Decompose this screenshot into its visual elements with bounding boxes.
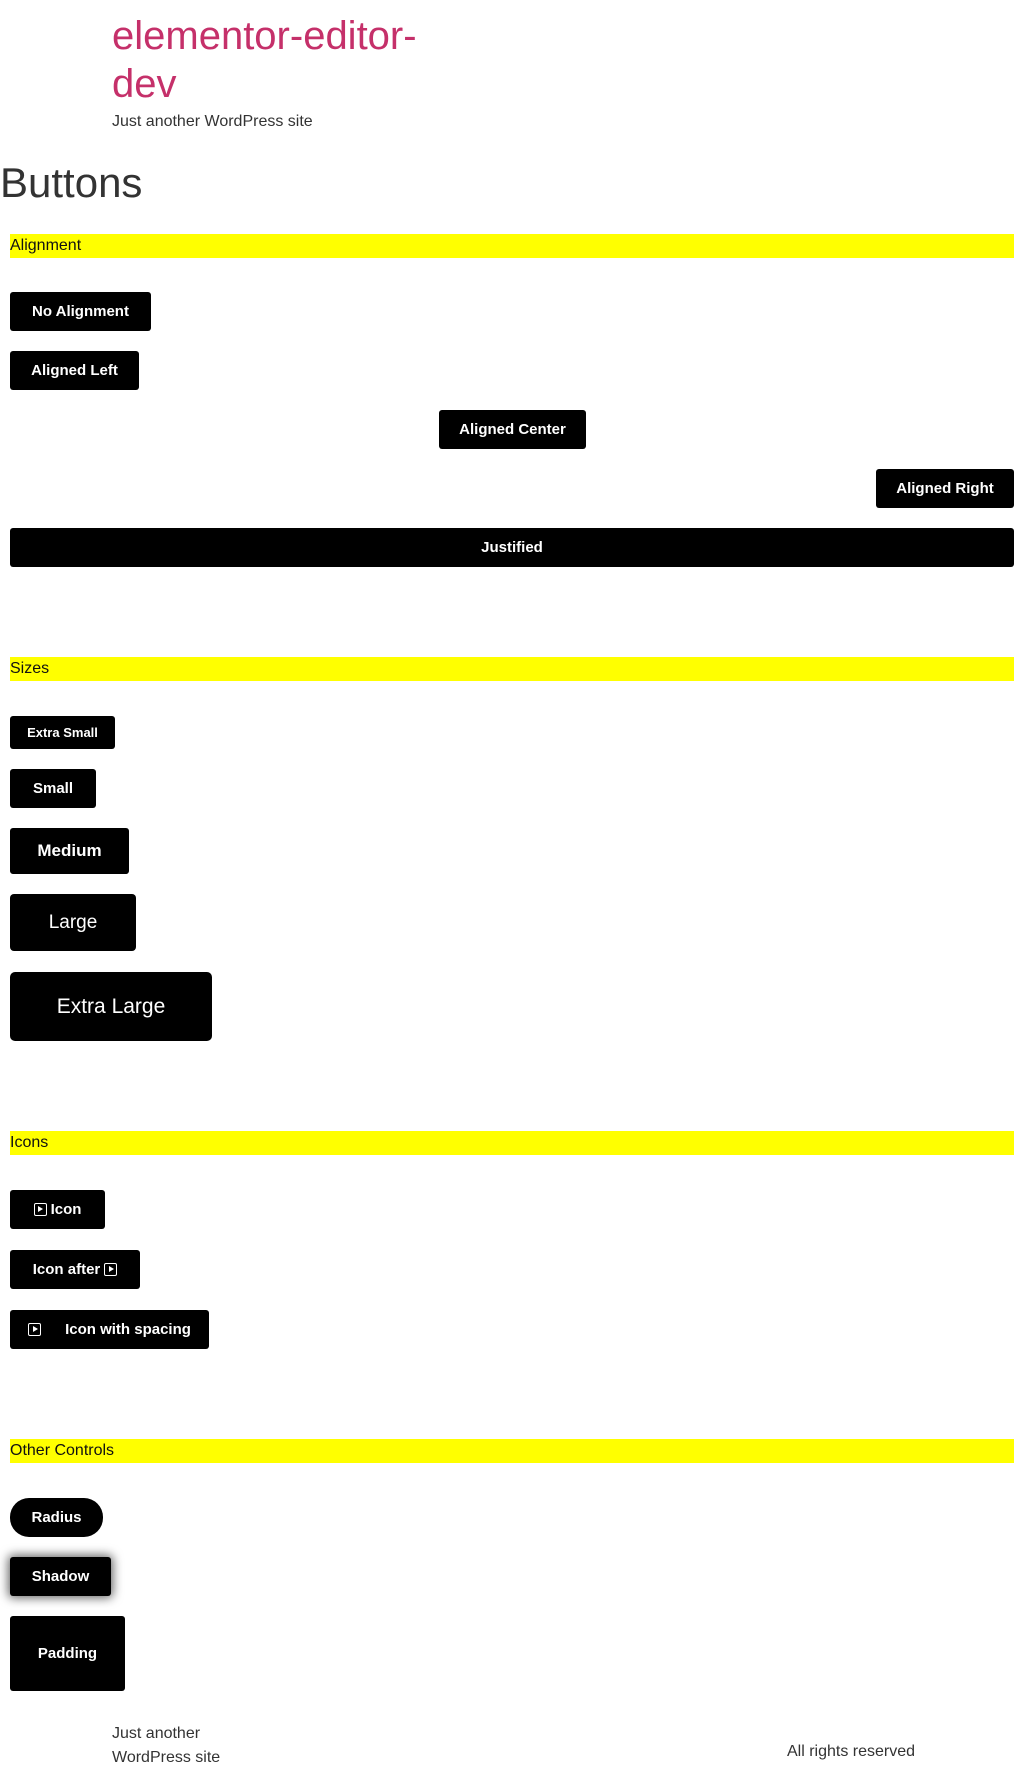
section-heading-sizes: Sizes [10, 657, 1014, 681]
small-button[interactable]: Small [10, 769, 96, 808]
aligned-left-button[interactable]: Aligned Left [10, 351, 139, 390]
section-heading-alignment: Alignment [10, 234, 1014, 258]
icon-after-button[interactable]: Icon after [10, 1250, 140, 1289]
section-heading-icons: Icons [10, 1131, 1014, 1155]
aligned-center-button[interactable]: Aligned Center [439, 410, 586, 449]
large-button[interactable]: Large [10, 894, 136, 951]
site-header: elementor-editor-dev Just another WordPr… [112, 12, 432, 133]
extra-small-button[interactable]: Extra Small [10, 716, 115, 749]
icon-after-button-label: Icon after [32, 1261, 101, 1278]
footer-copyright: All rights reserved [787, 1743, 916, 1760]
icon-with-spacing-button[interactable]: Icon with spacing [10, 1310, 209, 1349]
justified-button[interactable]: Justified [10, 528, 1014, 567]
footer-tagline: Just another WordPress site [112, 1725, 221, 1766]
play-square-icon [104, 1263, 118, 1276]
icon-with-spacing-button-label: Icon with spacing [65, 1321, 191, 1338]
extra-large-button[interactable]: Extra Large [10, 972, 212, 1041]
medium-button[interactable]: Medium [10, 828, 129, 874]
shadow-button[interactable]: Shadow [10, 1557, 111, 1596]
no-alignment-button[interactable]: No Alignment [10, 292, 151, 331]
site-tagline: Just another WordPress site [112, 113, 313, 130]
section-heading-other-controls: Other Controls [10, 1439, 1014, 1463]
radius-button[interactable]: Radius [10, 1498, 103, 1537]
play-square-icon [28, 1323, 42, 1336]
page-title: Buttons [0, 159, 143, 206]
site-title-link[interactable]: elementor-editor-dev [112, 12, 432, 108]
icon-button-label: Icon [50, 1201, 82, 1218]
aligned-right-button[interactable]: Aligned Right [876, 469, 1014, 508]
icon-button[interactable]: Icon [10, 1190, 105, 1229]
play-square-icon [33, 1203, 47, 1216]
padding-button[interactable]: Padding [10, 1616, 125, 1691]
